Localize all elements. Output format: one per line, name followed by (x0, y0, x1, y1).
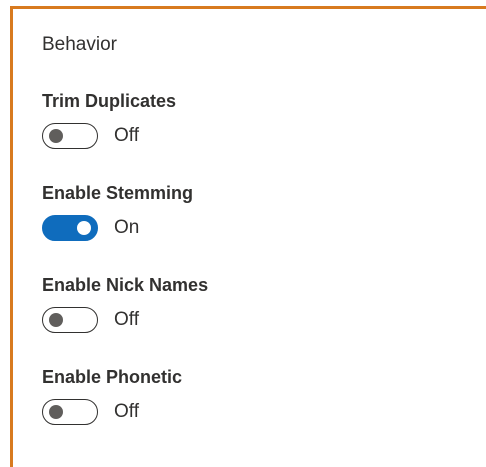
enable-nick-names-toggle[interactable] (42, 307, 98, 333)
panel-top-border (10, 6, 486, 9)
section-title: Behavior (42, 34, 117, 55)
toggle-knob (49, 404, 63, 419)
toggle-row: Off (42, 305, 208, 335)
setting-label: Enable Stemming (42, 183, 194, 203)
setting-label: Enable Phonetic (42, 367, 183, 387)
setting-enable-nick-names: Enable Nick Names Off (42, 274, 208, 335)
toggle-state-text: Off (114, 309, 139, 330)
behavior-panel: Behavior Trim Duplicates Off Enable Stem… (0, 0, 486, 467)
setting-label: Enable Nick Names (42, 275, 209, 295)
setting-enable-phonetic: Enable Phonetic Off (42, 366, 182, 427)
enable-stemming-toggle[interactable] (42, 215, 98, 241)
toggle-state-text: Off (114, 125, 139, 146)
toggle-knob (77, 220, 91, 235)
toggle-row: Off (42, 121, 176, 151)
toggle-state-text: On (114, 217, 140, 238)
setting-label: Trim Duplicates (42, 91, 177, 111)
trim-duplicates-toggle[interactable] (42, 123, 98, 149)
enable-phonetic-toggle[interactable] (42, 399, 98, 425)
toggle-row: Off (42, 397, 182, 427)
setting-enable-stemming: Enable Stemming On (42, 182, 193, 243)
panel-left-border (10, 6, 13, 467)
setting-trim-duplicates: Trim Duplicates Off (42, 90, 176, 151)
toggle-knob (49, 128, 63, 143)
toggle-row: On (42, 213, 193, 243)
toggle-knob (49, 312, 63, 327)
toggle-state-text: Off (114, 401, 139, 422)
